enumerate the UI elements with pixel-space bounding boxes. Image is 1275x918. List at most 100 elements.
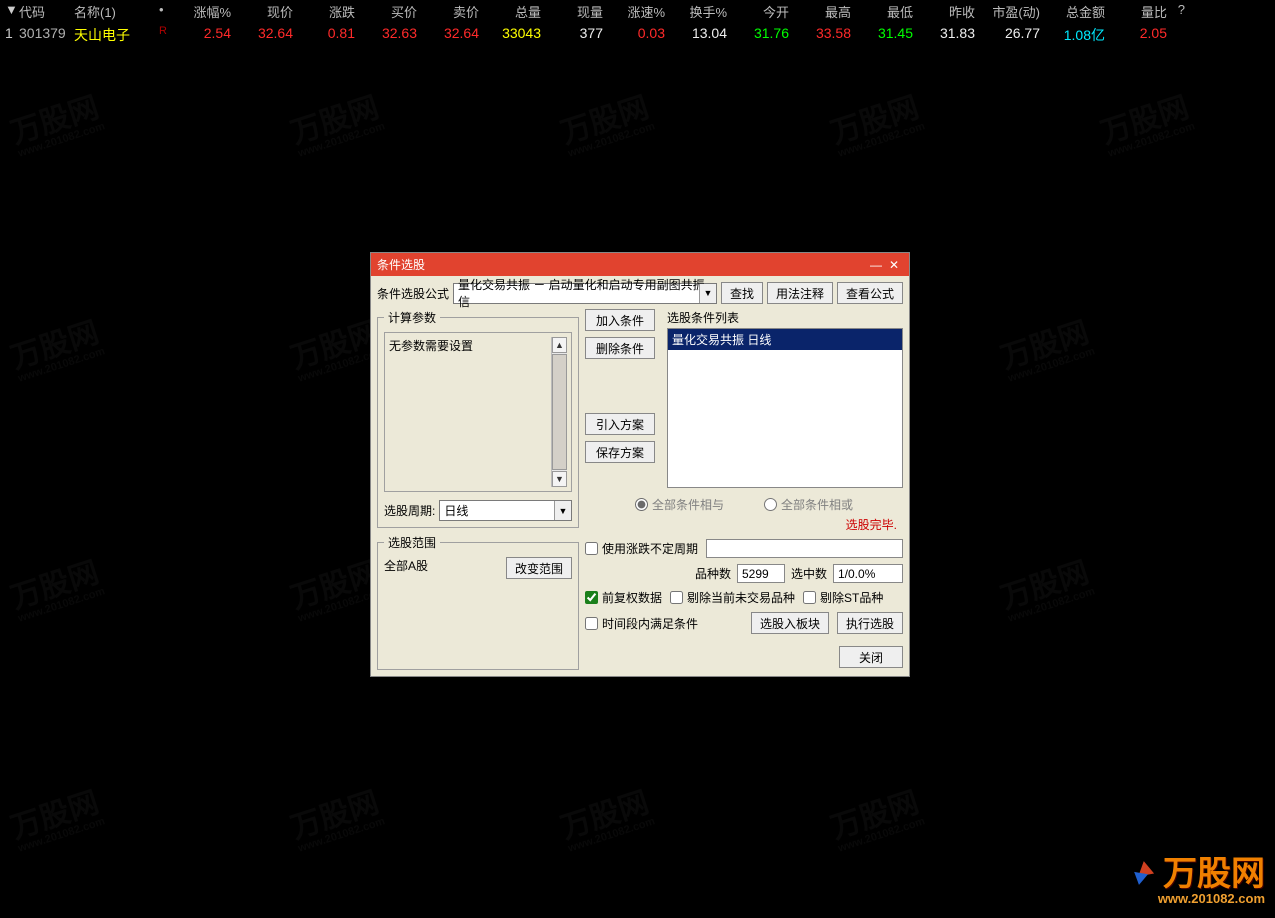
col-price[interactable]: 现价 — [236, 2, 298, 21]
cell-chg: 0.81 — [298, 25, 360, 45]
condition-list-label: 选股条件列表 — [667, 309, 903, 326]
col-vol[interactable]: 总量 — [484, 2, 546, 21]
period-input[interactable] — [706, 539, 903, 558]
cell-vol: 33043 — [484, 25, 546, 45]
period-dropdown[interactable]: 日线 ▼ — [439, 500, 572, 521]
close-icon[interactable]: ✕ — [885, 257, 903, 273]
condition-logic-radios: 全部条件相与 全部条件相或 — [585, 496, 903, 513]
row-idx: 1 — [0, 25, 14, 45]
col-high[interactable]: 最高 — [794, 2, 856, 21]
timerange-checkbox[interactable]: 时间段内满足条件 — [585, 615, 698, 632]
params-fieldset: 计算参数 无参数需要设置 ▲ ▼ 选股周期: — [377, 309, 579, 528]
status-text: 选股完毕. — [585, 516, 897, 533]
radio-and[interactable]: 全部条件相与 — [635, 496, 724, 513]
cell-speed: 0.03 — [608, 25, 670, 45]
cell-pe: 26.77 — [980, 25, 1045, 45]
stock-table: ▼ 代码 名称(1) • 涨幅% 现价 涨跌 买价 卖价 总量 现量 涨速% 换… — [0, 0, 1275, 47]
exclude-st-checkbox[interactable]: 剔除ST品种 — [803, 589, 883, 606]
minimize-button[interactable]: — — [867, 257, 885, 273]
col-turnover[interactable]: 换手% — [670, 2, 732, 21]
cell-tag: R — [154, 25, 174, 45]
cell-prev: 31.83 — [918, 25, 980, 45]
condition-stock-dialog: 条件选股 — ✕ 条件选股公式 量化交易共振 － 启动量化和启动专用副图共振信 … — [370, 252, 910, 677]
formula-dropdown[interactable]: 量化交易共振 － 启动量化和启动专用副图共振信 ▼ — [453, 283, 717, 304]
col-speed[interactable]: 涨速% — [608, 2, 670, 21]
use-period-checkbox[interactable]: 使用涨跌不定周期 — [585, 540, 698, 557]
import-plan-button[interactable]: 引入方案 — [585, 413, 655, 435]
params-scrollbar[interactable]: ▲ ▼ — [551, 337, 567, 487]
change-range-button[interactable]: 改变范围 — [506, 557, 572, 579]
col-low[interactable]: 最低 — [856, 2, 918, 21]
cell-cur: 377 — [546, 25, 608, 45]
sort-indicator[interactable]: ▼ — [0, 2, 14, 21]
cell-name: 天山电子 — [69, 25, 154, 45]
col-chg[interactable]: 涨跌 — [298, 2, 360, 21]
scroll-thumb[interactable] — [552, 354, 567, 470]
cell-high: 33.58 — [794, 25, 856, 45]
scroll-down-icon[interactable]: ▼ — [552, 471, 567, 487]
find-button[interactable]: 查找 — [721, 282, 763, 304]
formula-value: 量化交易共振 － 启动量化和启动专用副图共振信 — [458, 276, 712, 310]
range-fieldset: 选股范围 全部A股 改变范围 — [377, 534, 579, 670]
to-block-button[interactable]: 选股入板块 — [751, 612, 829, 634]
cell-low: 31.45 — [856, 25, 918, 45]
dialog-titlebar[interactable]: 条件选股 — ✕ — [371, 253, 909, 276]
col-pe[interactable]: 市盈(动) — [980, 2, 1045, 21]
usage-button[interactable]: 用法注释 — [767, 282, 833, 304]
condition-list[interactable]: 量化交易共振 日线 — [667, 328, 903, 488]
params-legend: 计算参数 — [384, 309, 440, 326]
col-name[interactable]: 名称(1) — [69, 2, 154, 21]
variety-label: 品种数 — [695, 565, 731, 582]
range-value: 全部A股 — [384, 557, 428, 574]
cell-pct: 2.54 — [174, 25, 236, 45]
col-ask[interactable]: 卖价 — [422, 2, 484, 21]
col-bullet: • — [154, 2, 174, 21]
cell-code: 301379 — [14, 25, 69, 45]
stock-row[interactable]: 1 301379 天山电子 R 2.54 32.64 0.81 32.63 32… — [0, 23, 1275, 47]
cell-turnover: 13.04 — [670, 25, 732, 45]
selected-count: 1/0.0% — [833, 564, 903, 583]
cell-price: 32.64 — [236, 25, 298, 45]
formula-label: 条件选股公式 — [377, 285, 449, 302]
dialog-title: 条件选股 — [377, 256, 867, 273]
cell-volratio: 2.05 — [1110, 25, 1172, 45]
cell-help — [1172, 25, 1190, 45]
corner-logo: 万股网 www.201082.com — [1133, 846, 1265, 906]
col-help[interactable]: ? — [1172, 2, 1190, 21]
params-message: 无参数需要设置 — [389, 337, 551, 487]
execute-button[interactable]: 执行选股 — [837, 612, 903, 634]
period-value: 日线 — [444, 502, 468, 519]
delete-condition-button[interactable]: 删除条件 — [585, 337, 655, 359]
scroll-up-icon[interactable]: ▲ — [552, 337, 567, 353]
condition-list-item[interactable]: 量化交易共振 日线 — [668, 329, 902, 350]
col-open[interactable]: 今开 — [732, 2, 794, 21]
cell-bid: 32.63 — [360, 25, 422, 45]
view-formula-button[interactable]: 查看公式 — [837, 282, 903, 304]
cell-ask: 32.64 — [422, 25, 484, 45]
chevron-down-icon[interactable]: ▼ — [554, 501, 571, 520]
col-pct[interactable]: 涨幅% — [174, 2, 236, 21]
logo-icon — [1133, 861, 1161, 889]
radio-or[interactable]: 全部条件相或 — [764, 496, 853, 513]
col-cur[interactable]: 现量 — [546, 2, 608, 21]
exclude-notrade-checkbox[interactable]: 剔除当前未交易品种 — [670, 589, 795, 606]
chevron-down-icon[interactable]: ▼ — [699, 284, 716, 303]
save-plan-button[interactable]: 保存方案 — [585, 441, 655, 463]
range-legend: 选股范围 — [384, 534, 440, 551]
add-condition-button[interactable]: 加入条件 — [585, 309, 655, 331]
period-label: 选股周期: — [384, 502, 435, 519]
col-prev[interactable]: 昨收 — [918, 2, 980, 21]
action-button-column: 加入条件 删除条件 引入方案 保存方案 — [585, 309, 655, 488]
close-button[interactable]: 关闭 — [839, 646, 903, 668]
col-amount[interactable]: 总金额 — [1045, 2, 1110, 21]
col-bid[interactable]: 买价 — [360, 2, 422, 21]
selected-label: 选中数 — [791, 565, 827, 582]
col-code[interactable]: 代码 — [14, 2, 69, 21]
variety-count: 5299 — [737, 564, 785, 583]
cell-amount: 1.08亿 — [1045, 25, 1110, 45]
params-box: 无参数需要设置 ▲ ▼ — [384, 332, 572, 492]
stock-table-header: ▼ 代码 名称(1) • 涨幅% 现价 涨跌 买价 卖价 总量 现量 涨速% 换… — [0, 0, 1275, 23]
col-volratio[interactable]: 量比 — [1110, 2, 1172, 21]
cell-open: 31.76 — [732, 25, 794, 45]
qfq-checkbox[interactable]: 前复权数据 — [585, 589, 662, 606]
